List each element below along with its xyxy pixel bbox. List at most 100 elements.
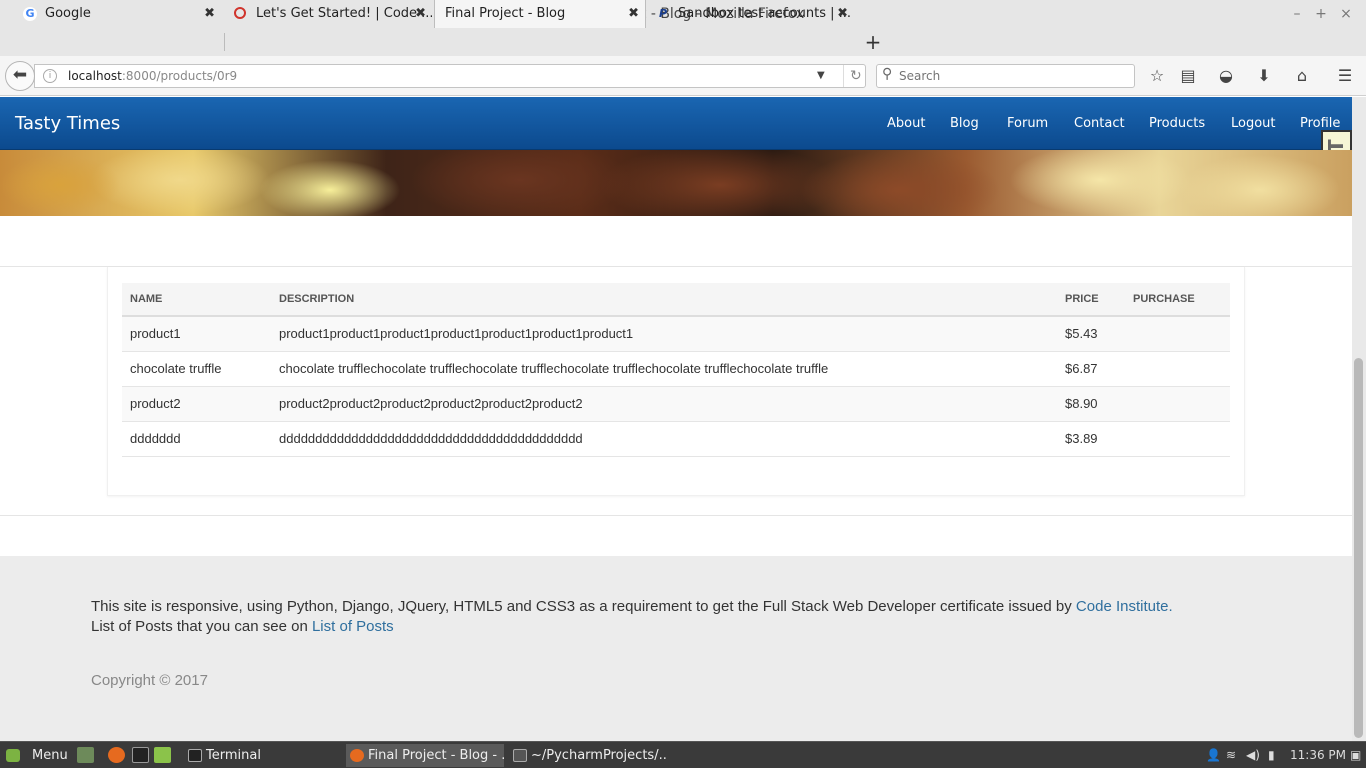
taskbar-window-pycharm[interactable]: ~/PycharmProjects/... <box>509 744 667 767</box>
url-path: :8000/products/0r9 <box>121 69 238 83</box>
spacer-section <box>0 216 1352 267</box>
battery-icon[interactable]: ▮ <box>1268 742 1275 769</box>
tab-strip <box>0 28 1366 56</box>
window-close-icon[interactable]: × <box>1334 0 1358 28</box>
site-brand[interactable]: Tasty Times <box>15 97 120 150</box>
clock[interactable]: 11:36 PM <box>1290 742 1346 769</box>
tab-label: Final Project - Blog <box>445 6 566 21</box>
products-table: NAME DESCRIPTION PRICE PURCHASE product1… <box>122 283 1230 457</box>
taskbar-window-firefox[interactable]: Final Project - Blog - ... <box>346 744 504 767</box>
nav-about[interactable]: About <box>887 97 925 150</box>
product-description: dddddddddddddddddddddddddddddddddddddddd… <box>271 421 1057 457</box>
url-bar[interactable]: i localhost:8000/products/0r9 ▼ ↻ <box>34 64 866 88</box>
tab-label: Sandbox test accounts | ... <box>678 6 852 21</box>
search-icon: ⚲ <box>882 66 893 82</box>
product-price: $5.43 <box>1057 316 1125 352</box>
tab-code-institute[interactable]: O Let's Get Started! | Code ... ✖ <box>226 0 432 28</box>
tab-label: Google <box>45 6 91 21</box>
header-price: PRICE <box>1057 283 1125 317</box>
footer-about-text: This site is responsive, using Python, D… <box>91 598 1076 615</box>
nav-contact[interactable]: Contact <box>1074 97 1125 150</box>
tab-label: Let's Get Started! | Code ... <box>256 6 432 21</box>
tab-close-icon[interactable]: ✖ <box>628 0 639 28</box>
table-row: chocolate truffle chocolate trufflechoco… <box>122 351 1230 387</box>
scrollbar-thumb[interactable] <box>1354 358 1363 738</box>
site-navbar: Tasty Times About Blog Forum Contact Pro… <box>0 97 1352 150</box>
volume-icon[interactable]: ◀) <box>1246 742 1260 769</box>
url-text[interactable]: localhost:8000/products/0r9 <box>68 65 237 87</box>
product-price: $8.90 <box>1057 386 1125 422</box>
mint-logo-icon <box>6 749 20 762</box>
firefox-icon <box>350 749 364 762</box>
terminal-launcher-icon[interactable] <box>132 747 149 763</box>
product-name: product2 <box>122 386 271 422</box>
nav-logout[interactable]: Logout <box>1231 97 1276 150</box>
nav-blog[interactable]: Blog <box>950 97 979 150</box>
product-price: $6.87 <box>1057 351 1125 387</box>
wifi-icon[interactable]: ≋ <box>1226 742 1236 769</box>
tab-google[interactable]: G Google ✖ <box>15 0 221 28</box>
search-input[interactable] <box>899 66 1129 86</box>
header-purchase: PURCHASE <box>1125 283 1230 317</box>
tab-close-icon[interactable]: ✖ <box>837 0 848 28</box>
product-description: chocolate trufflechocolate trufflechocol… <box>271 351 1057 387</box>
info-icon[interactable]: i <box>43 69 57 83</box>
tab-final-project-blog[interactable]: Final Project - Blog ✖ <box>434 0 646 28</box>
hamburger-menu-icon[interactable]: ☰ <box>1333 64 1357 88</box>
files-launcher-icon[interactable] <box>154 747 171 763</box>
terminal-icon <box>188 749 202 762</box>
paypal-icon: P <box>658 7 668 20</box>
taskbar-window-label: Final Project - Blog - ... <box>368 748 504 763</box>
product-price: $3.89 <box>1057 421 1125 457</box>
product-description: product1product1product1product1product1… <box>271 316 1057 352</box>
reload-icon[interactable]: ↻ <box>843 65 862 87</box>
product-description: product2product2product2product2product2… <box>271 386 1057 422</box>
start-menu-button[interactable]: Menu <box>2 744 70 767</box>
url-dropdown-icon[interactable]: ▼ <box>817 65 825 87</box>
nav-products[interactable]: Products <box>1149 97 1205 150</box>
table-row: product2 product2product2product2product… <box>122 386 1230 422</box>
table-header-row: NAME DESCRIPTION PRICE PURCHASE <box>122 283 1230 317</box>
table-row: product1 product1product1product1product… <box>122 316 1230 352</box>
tab-close-icon[interactable]: ✖ <box>204 0 215 28</box>
product-purchase[interactable] <box>1125 351 1230 387</box>
tab-sandbox-accounts[interactable]: P Sandbox test accounts | ... ✖ <box>648 0 854 28</box>
hero-banner-image <box>0 150 1352 216</box>
download-icon[interactable]: ⬇ <box>1252 64 1276 88</box>
minimize-icon[interactable]: – <box>1285 0 1309 28</box>
menu-label: Menu <box>32 748 68 763</box>
pocket-icon[interactable]: ◒ <box>1214 64 1238 88</box>
footer-about-line: This site is responsive, using Python, D… <box>91 598 1173 615</box>
product-purchase[interactable] <box>1125 316 1230 352</box>
nav-forum[interactable]: Forum <box>1007 97 1048 150</box>
folder-window-icon <box>513 749 527 762</box>
search-box[interactable]: ⚲ <box>876 64 1135 88</box>
product-name: chocolate truffle <box>122 351 271 387</box>
code-institute-link[interactable]: Code Institute. <box>1076 598 1173 615</box>
taskbar-window-terminal[interactable]: Terminal <box>184 744 342 767</box>
reading-list-icon[interactable]: ▤ <box>1176 64 1200 88</box>
back-button[interactable]: ⬅ <box>5 61 35 91</box>
tab-close-icon[interactable]: ✖ <box>415 0 426 28</box>
home-icon[interactable]: ⌂ <box>1290 64 1314 88</box>
taskbar-window-label: Terminal <box>206 748 261 763</box>
maximize-icon[interactable]: + <box>1309 0 1333 28</box>
os-taskbar: Menu Terminal Final Project - Blog - ...… <box>0 741 1366 768</box>
opera-icon: O <box>234 7 246 19</box>
product-purchase[interactable] <box>1125 386 1230 422</box>
footer-posts-line: List of Posts that you can see on List o… <box>91 618 394 635</box>
new-tab-button[interactable]: + <box>862 28 884 56</box>
section-divider <box>0 515 1352 516</box>
user-icon[interactable]: 👤 <box>1206 742 1221 769</box>
bookmark-star-icon[interactable]: ☆ <box>1145 64 1169 88</box>
url-host: localhost <box>68 69 122 83</box>
product-purchase[interactable] <box>1125 421 1230 457</box>
header-name: NAME <box>122 283 271 317</box>
product-name: ddddddd <box>122 421 271 457</box>
taskbar-window-label: ~/PycharmProjects/... <box>531 748 667 763</box>
show-desktop-icon[interactable] <box>77 747 94 763</box>
table-row: ddddddd dddddddddddddddddddddddddddddddd… <box>122 421 1230 457</box>
firefox-launcher-icon[interactable] <box>108 747 125 763</box>
notification-icon[interactable]: ▣ <box>1350 742 1361 769</box>
list-of-posts-link[interactable]: List of Posts <box>312 618 394 635</box>
